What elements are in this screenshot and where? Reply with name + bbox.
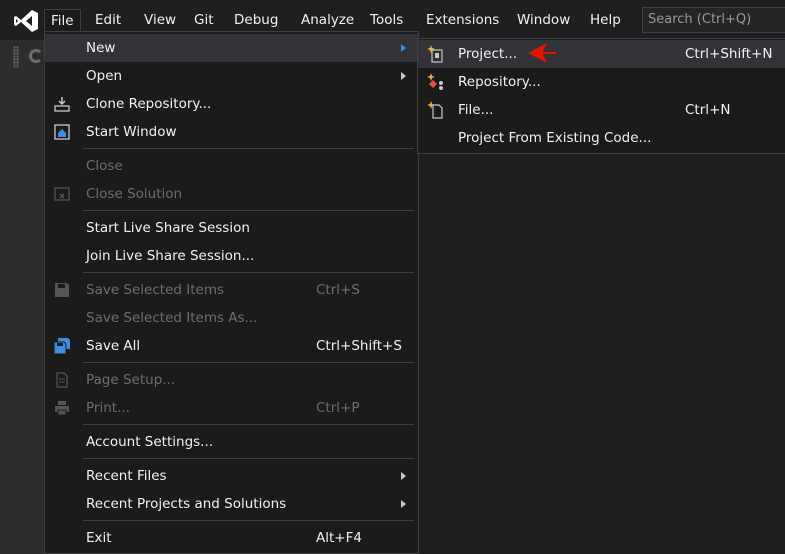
- menu-item-shortcut: Ctrl+Shift+S: [316, 338, 402, 354]
- page-setup-icon: [56, 372, 68, 388]
- menu-window[interactable]: Window: [511, 9, 576, 32]
- save-all-icon: [54, 338, 70, 354]
- menu-edit[interactable]: Edit: [89, 9, 127, 32]
- menu-item-label: Open: [86, 68, 123, 84]
- clone-repository-icon: [54, 97, 70, 112]
- menu-item-shortcut: Alt+F4: [316, 530, 362, 546]
- menu-item-label: Account Settings...: [86, 434, 214, 450]
- menu-item-label: Start Live Share Session: [86, 220, 250, 236]
- menu-item-close-solution[interactable]: Close Solution: [45, 180, 418, 208]
- menu-item-recent-files[interactable]: Recent Files: [45, 462, 418, 490]
- submenu-item-shortcut: Ctrl+N: [685, 102, 731, 118]
- menu-git[interactable]: Git: [188, 9, 220, 32]
- menu-item-print[interactable]: Print... Ctrl+P: [45, 394, 418, 422]
- menu-item-label: Close: [86, 158, 123, 174]
- menu-item-shortcut: Ctrl+P: [316, 400, 360, 416]
- menu-separator: [83, 458, 414, 459]
- start-window-icon: [54, 124, 70, 140]
- menu-debug[interactable]: Debug: [228, 9, 284, 32]
- menu-file[interactable]: File: [44, 9, 81, 32]
- toolbar-strip: [0, 40, 45, 554]
- new-file-icon: [427, 101, 443, 119]
- menu-item-label: Recent Projects and Solutions: [86, 496, 287, 512]
- menu-separator: [83, 424, 414, 425]
- submenu-item-repository[interactable]: Repository...: [418, 68, 785, 96]
- menu-separator: [83, 272, 414, 273]
- menu-help[interactable]: Help: [584, 9, 627, 32]
- menu-item-label: Recent Files: [86, 468, 167, 484]
- menu-item-label: Save Selected Items As...: [86, 310, 258, 326]
- menu-separator: [83, 148, 414, 149]
- new-project-icon: [427, 45, 443, 63]
- visual-studio-logo-icon[interactable]: [13, 9, 39, 33]
- menu-item-label: Start Window: [86, 124, 177, 140]
- toolbar-grip-icon[interactable]: [13, 46, 19, 68]
- submenu-item-shortcut: Ctrl+Shift+N: [685, 46, 773, 62]
- submenu-item-project-from-existing-code[interactable]: Project From Existing Code...: [418, 124, 785, 152]
- menu-item-join-live-share[interactable]: Join Live Share Session...: [45, 242, 418, 270]
- submenu-arrow-icon: [401, 500, 406, 508]
- print-icon: [55, 401, 69, 416]
- menu-item-clone-repository[interactable]: Clone Repository...: [45, 90, 418, 118]
- menu-item-label: Exit: [86, 530, 112, 546]
- menu-item-label: Clone Repository...: [86, 96, 212, 112]
- submenu-item-label: Project...: [458, 46, 518, 62]
- menu-item-label: Page Setup...: [86, 372, 176, 388]
- menu-item-recent-projects[interactable]: Recent Projects and Solutions: [45, 490, 418, 518]
- menu-item-label: Join Live Share Session...: [86, 248, 255, 264]
- menu-item-label: Save All: [86, 338, 141, 354]
- menu-separator: [83, 520, 414, 521]
- submenu-item-label: File...: [458, 102, 494, 118]
- menu-item-page-setup[interactable]: Page Setup...: [45, 366, 418, 394]
- menu-separator: [83, 362, 414, 363]
- submenu-item-file[interactable]: File... Ctrl+N: [418, 96, 785, 124]
- menu-item-start-window[interactable]: Start Window: [45, 118, 418, 146]
- menu-extensions[interactable]: Extensions: [420, 9, 505, 32]
- submenu-arrow-icon: [401, 472, 406, 480]
- submenu-item-project[interactable]: Project... Ctrl+Shift+N: [418, 40, 785, 68]
- submenu-arrow-icon: [401, 72, 406, 80]
- file-menu-dropdown: New Open Clone Repository... Start Windo…: [44, 31, 419, 554]
- menu-item-close[interactable]: Close: [45, 152, 418, 180]
- navigate-back-icon[interactable]: [29, 49, 43, 63]
- menu-view[interactable]: View: [138, 9, 182, 32]
- menu-analyze[interactable]: Analyze: [295, 9, 360, 32]
- red-arrow-pointer-icon: [528, 43, 556, 63]
- menu-tools[interactable]: Tools: [364, 9, 409, 32]
- menu-item-save-selected-as[interactable]: Save Selected Items As...: [45, 304, 418, 332]
- menu-item-save-selected[interactable]: Save Selected Items Ctrl+S: [45, 276, 418, 304]
- new-submenu: Project... Ctrl+Shift+N Repository... Fi…: [417, 38, 785, 154]
- menu-item-account-settings[interactable]: Account Settings...: [45, 428, 418, 456]
- menu-separator: [83, 210, 414, 211]
- submenu-arrow-icon: [401, 44, 406, 52]
- menu-item-label: Print...: [86, 400, 130, 416]
- menu-item-exit[interactable]: Exit Alt+F4: [45, 524, 418, 552]
- submenu-item-label: Project From Existing Code...: [458, 130, 652, 146]
- menu-item-save-all[interactable]: Save All Ctrl+Shift+S: [45, 332, 418, 360]
- menu-item-label: Close Solution: [86, 186, 183, 202]
- menu-item-start-live-share[interactable]: Start Live Share Session: [45, 214, 418, 242]
- menu-item-open[interactable]: Open: [45, 62, 418, 90]
- submenu-item-label: Repository...: [458, 74, 541, 90]
- search-box[interactable]: Search (Ctrl+Q): [642, 7, 785, 33]
- menu-item-shortcut: Ctrl+S: [316, 282, 360, 298]
- close-solution-icon: [54, 187, 70, 201]
- menu-item-label: Save Selected Items: [86, 282, 225, 298]
- save-icon: [55, 283, 69, 297]
- menu-item-label: New: [86, 40, 116, 56]
- menu-item-new[interactable]: New: [45, 34, 418, 62]
- new-repository-icon: [427, 73, 443, 90]
